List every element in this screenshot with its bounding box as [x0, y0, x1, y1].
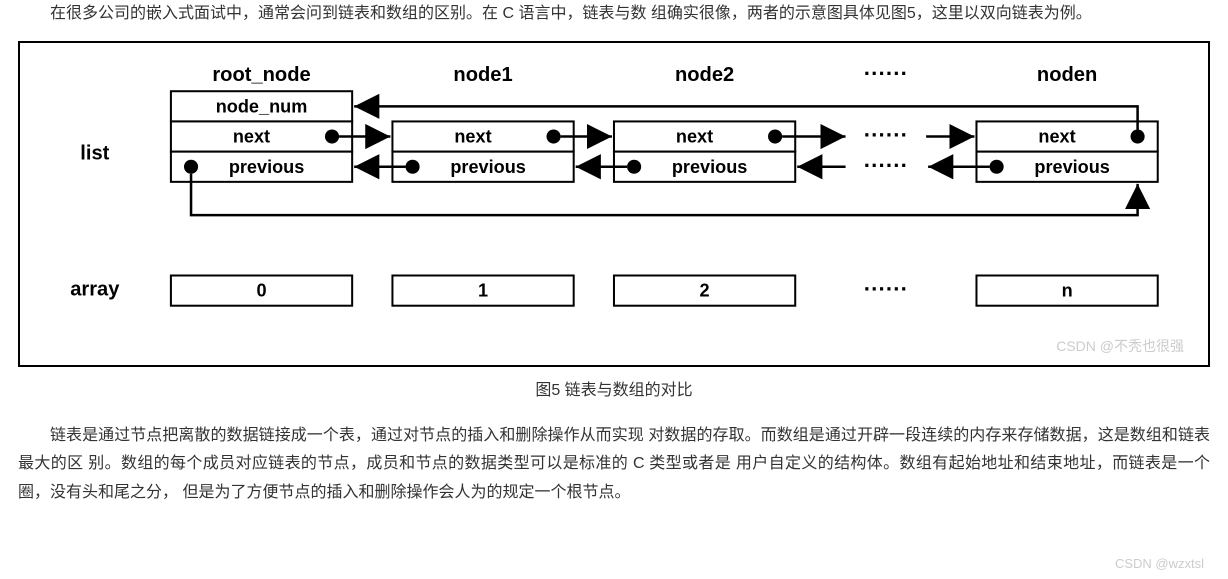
- root-node-num-text: node_num: [216, 96, 308, 116]
- noden-previous-text: previous: [1034, 157, 1109, 177]
- diagram-svg-wrap: root_node node1 node2 ······ noden list …: [40, 59, 1188, 341]
- root-next-dot: [325, 129, 339, 143]
- detail-text: 链表是通过节点把离散的数据链接成一个表，通过对节点的插入和删除操作从而实现 对数…: [18, 427, 1210, 502]
- noden-title: noden: [1037, 64, 1097, 86]
- node2-title: node2: [675, 64, 734, 86]
- root-node-title: root_node: [212, 64, 310, 86]
- array-cell-1-text: 1: [478, 280, 488, 300]
- array-label: array: [70, 278, 120, 300]
- node1-previous-text: previous: [450, 157, 525, 177]
- figure-caption-text: 图5 链表与数组的对比: [535, 382, 692, 399]
- root-previous-text: previous: [229, 157, 304, 177]
- array-cell-n-text: n: [1062, 280, 1073, 300]
- root-next-text: next: [233, 126, 270, 146]
- list-label: list: [80, 142, 109, 164]
- node2-previous-text: previous: [672, 157, 747, 177]
- linked-list-array-diagram: root_node node1 node2 ······ noden list …: [40, 59, 1188, 341]
- intro-paragraph: 在很多公司的嵌入式面试中，通常会问到链表和数组的区别。在 C 语言中，链表与数 …: [0, 0, 1228, 29]
- node1-title: node1: [453, 64, 512, 86]
- root-prev-dot: [184, 159, 198, 173]
- node1-prev-dot: [406, 159, 420, 173]
- array-cell-2-text: 2: [700, 280, 710, 300]
- ellipsis-prev: ······: [864, 153, 908, 178]
- page-watermark: CSDN @wzxtsl: [1115, 552, 1204, 575]
- noden-prev-dot: [990, 159, 1004, 173]
- node2-prev-dot: [627, 159, 641, 173]
- array-cell-0-text: 0: [256, 280, 266, 300]
- node2-next-text: next: [676, 126, 713, 146]
- ellipsis-top: ······: [864, 61, 908, 86]
- intro-text: 在很多公司的嵌入式面试中，通常会问到链表和数组的区别。在 C 语言中，链表与数 …: [50, 5, 1092, 22]
- figure-container: root_node node1 node2 ······ noden list …: [18, 41, 1210, 367]
- noden-next-text: next: [1038, 126, 1075, 146]
- node1-next-text: next: [454, 126, 491, 146]
- figure-caption: 图5 链表与数组的对比: [0, 377, 1228, 406]
- detail-paragraph: 链表是通过节点把离散的数据链接成一个表，通过对节点的插入和删除操作从而实现 对数…: [0, 422, 1228, 508]
- ellipsis-array: ······: [864, 276, 908, 301]
- node1-next-dot: [547, 129, 561, 143]
- ellipsis-next: ······: [864, 122, 908, 147]
- node2-next-dot: [768, 129, 782, 143]
- noden-next-dot: [1131, 129, 1145, 143]
